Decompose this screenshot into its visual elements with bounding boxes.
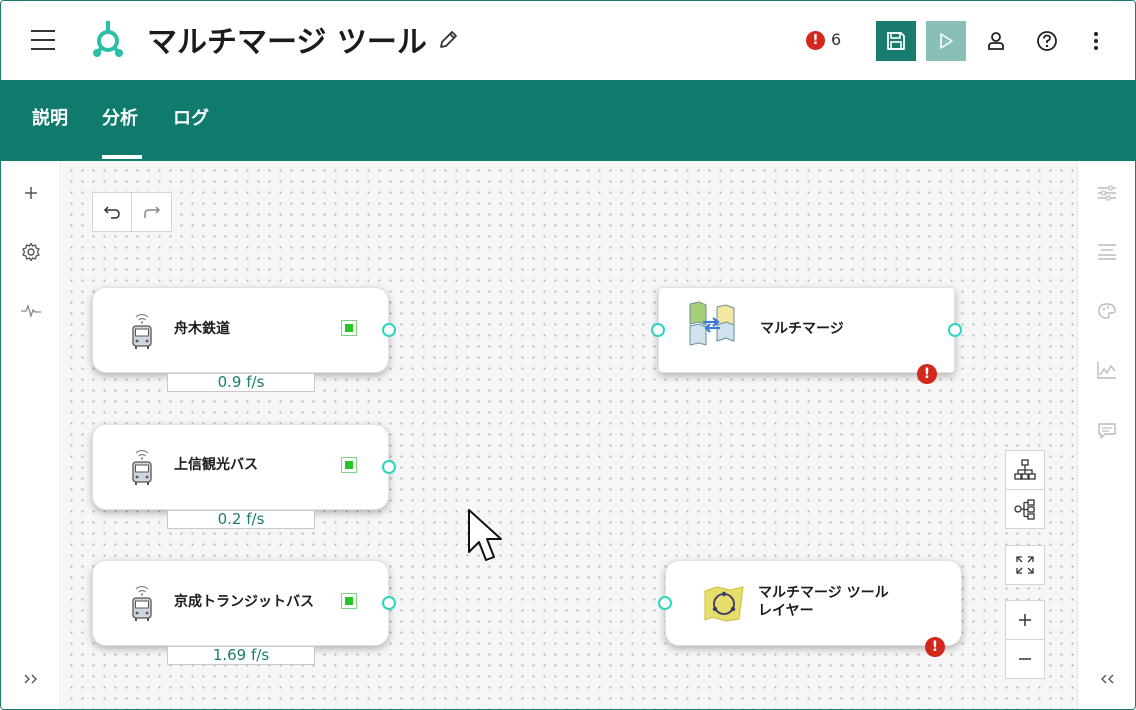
zoom-out-button[interactable] [1005,639,1045,679]
help-icon[interactable] [1035,29,1059,53]
play-icon [940,33,953,49]
output-port[interactable] [382,460,396,474]
help-glyph [1037,31,1057,51]
app-logo-icon [93,21,123,57]
status-indicator [341,593,357,609]
rate-label: 0.9 f/s [167,373,315,392]
tree-down-icon [1014,459,1036,480]
undo-icon [103,206,120,219]
undo-button[interactable] [93,193,133,231]
tab-description[interactable]: 説明 [32,104,68,130]
more-options-icon[interactable] [1084,29,1108,53]
error-count[interactable]: 6 [831,30,841,49]
app-frame: マルチマージ ツール ! 6 説明 分析 ログ 舟木鉄道 0.9 f/s 上信観… [0,0,1136,710]
input-port[interactable] [658,596,672,610]
header: マルチマージ ツール ! 6 [1,1,1135,80]
node-label: 京成トランジットバス [174,594,314,610]
undo-redo-group [92,192,172,232]
node-label-line1: マルチマージ ツール [758,585,889,601]
status-indicator [341,320,357,336]
output-port[interactable] [948,323,962,337]
palette-icon[interactable] [1095,299,1119,323]
auto-layout-horizontal-button[interactable] [1005,489,1045,529]
redo-icon [143,206,160,218]
zoom-out-icon [1019,658,1031,660]
output-layer-icon [704,586,744,622]
status-indicator [341,457,357,473]
rate-label: 0.2 f/s [167,510,315,529]
plus-icon[interactable] [19,181,43,205]
left-toolbar [1,161,61,709]
bus-stream-icon [132,449,152,485]
align-icon[interactable] [1095,240,1119,264]
tree-right-icon [1014,499,1035,520]
input-port[interactable] [651,323,665,337]
menu-icon[interactable] [31,30,55,52]
page-title: マルチマージ ツール [147,25,427,60]
node-label: 舟木鉄道 [174,321,230,337]
right-toolbar [1077,161,1135,709]
activity-icon[interactable] [19,299,43,323]
user-icon[interactable] [984,29,1008,53]
output-port[interactable] [382,596,396,610]
kebab-glyph [1094,32,1098,50]
active-tab-indicator [102,155,142,159]
tab-bar: 説明 分析 ログ [1,80,1135,161]
chart-icon[interactable] [1095,358,1119,382]
rate-label: 1.69 f/s [167,646,315,665]
zoom-in-icon [1019,614,1031,626]
gear-icon[interactable] [19,240,43,264]
save-icon [887,32,905,50]
output-port[interactable] [382,323,396,337]
user-glyph [988,32,1004,50]
mouse-cursor-icon [468,509,502,561]
tab-log[interactable]: ログ [173,104,209,130]
save-button[interactable] [876,21,916,61]
comment-icon[interactable] [1095,419,1119,443]
node-label-line2: レイヤー [758,603,814,619]
node-error-icon[interactable]: ! [917,364,937,384]
node-error-icon[interactable]: ! [925,637,945,657]
bus-stream-icon [132,313,152,349]
run-button[interactable] [926,21,966,61]
multi-merge-icon [689,301,735,346]
redo-button[interactable] [132,193,171,231]
sliders-icon[interactable] [1095,181,1119,205]
tab-analysis[interactable]: 分析 [102,104,138,130]
node-label: 上信観光バス [174,457,258,473]
zoom-in-button[interactable] [1005,600,1045,640]
node-label: マルチマージ [760,321,844,337]
expand-icon [1016,556,1034,574]
error-icon[interactable]: ! [806,31,825,50]
fit-to-screen-button[interactable] [1005,545,1045,585]
expand-right-icon[interactable] [19,667,43,691]
auto-layout-vertical-button[interactable] [1005,450,1045,490]
collapse-left-icon[interactable] [1095,667,1119,691]
bus-stream-icon [132,585,152,621]
edit-pencil-icon[interactable] [437,29,459,51]
